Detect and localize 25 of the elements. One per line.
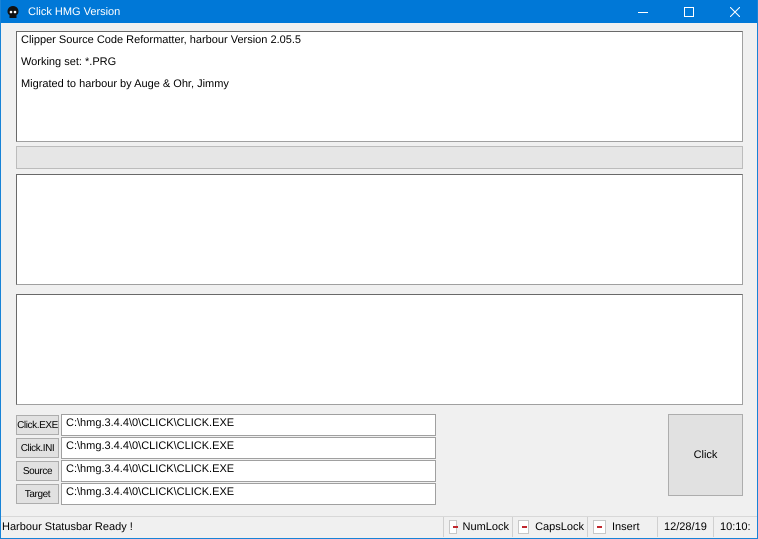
file-button[interactable]: Target [16,484,59,504]
maximize-icon[interactable] [684,6,694,16]
window-title: Click HMG Version [28,6,120,18]
info-text-area[interactable]: Clipper Source Code Reformatter, harbour Version 2.05.5 Working set: *.PRG Migrated to harbour by Auge & Ohr, Jimmy [16,31,743,142]
close-icon[interactable] [730,6,740,16]
status-message: Harbour Statusbar Ready ! [1,520,134,535]
click-button[interactable]: Click [668,414,743,496]
info-line: Working set: *.PRG [21,56,118,70]
log-text-area[interactable] [16,174,743,285]
file-button[interactable]: Click.INI [16,438,59,458]
path-field[interactable]: C:\hmg.3.4.4\0\CLICK\CLICK.EXE [61,483,436,505]
status-time: 10:10: [713,517,757,537]
key-indicator-label: Insert [612,521,640,533]
info-line: Clipper Source Code Reformatter, harbour Version 2.05.5 [21,34,302,48]
key-indicator-label: NumLock [462,521,509,533]
key-indicator-label: CapsLock [535,521,584,533]
path-field[interactable]: C:\hmg.3.4.4\0\CLICK\CLICK.EXE [61,437,436,459]
file-button[interactable]: Source [16,461,59,481]
info-line: Migrated to harbour by Auge & Ohr, Jimmy [21,78,230,92]
skull-icon [6,4,20,18]
status-date: 12/28/19 [657,517,713,537]
path-field[interactable]: C:\hmg.3.4.4\0\CLICK\CLICK.EXE [61,414,436,436]
output-text-area[interactable] [16,294,743,405]
path-field[interactable]: C:\hmg.3.4.4\0\CLICK\CLICK.EXE [61,460,436,482]
file-button[interactable]: Click.EXE [16,415,59,435]
